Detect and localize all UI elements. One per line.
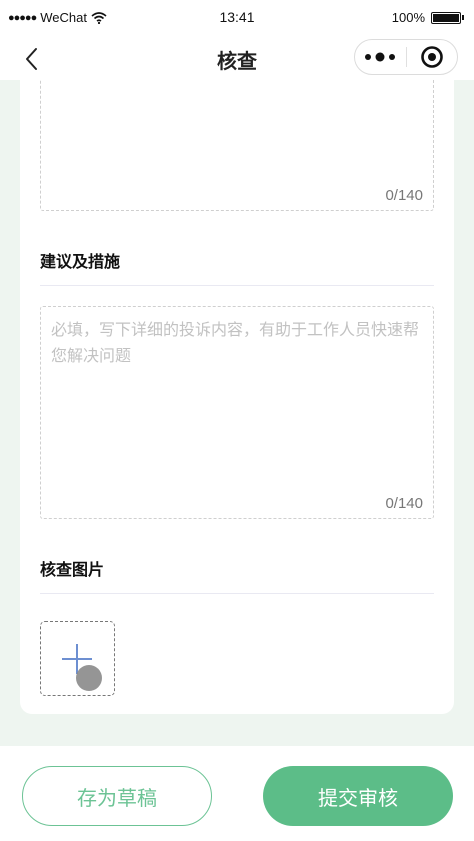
mini-program-capsule: [354, 39, 458, 75]
measures-section-title: 建议及措施: [40, 252, 121, 271]
images-divider: [40, 593, 434, 594]
measures-textarea[interactable]: 必填，写下详细的投诉内容，有助于工作人员快速帮您解决问题 0/140: [40, 306, 434, 519]
form-scroll-area[interactable]: 0/140 建议及措施 必填，写下详细的投诉内容，有助于工作人员快速帮您解决问题…: [0, 80, 474, 746]
close-button[interactable]: [407, 40, 458, 74]
more-dots-icon: [365, 52, 396, 62]
measures-divider: [40, 285, 434, 286]
save-draft-button[interactable]: 存为草稿: [22, 766, 212, 826]
nav-bar: 核查: [0, 36, 474, 80]
more-button[interactable]: [355, 40, 406, 74]
description-textarea[interactable]: 0/140: [40, 80, 434, 211]
target-circle-icon: [420, 46, 443, 68]
images-section-title: 核查图片: [40, 560, 105, 579]
submit-review-button[interactable]: 提交审核: [263, 766, 453, 826]
add-image-button[interactable]: [40, 621, 115, 696]
measures-placeholder: 必填，写下详细的投诉内容，有助于工作人员快速帮您解决问题: [51, 320, 420, 365]
description-counter: 0/140: [385, 187, 423, 204]
battery-icon: [431, 11, 461, 24]
status-right: 100%: [392, 10, 464, 25]
touch-indicator: [76, 665, 102, 691]
battery-percent: 100%: [391, 10, 425, 25]
form-card: 0/140 建议及措施 必填，写下详细的投诉内容，有助于工作人员快速帮您解决问题…: [20, 80, 454, 714]
plus-icon: [62, 644, 102, 691]
bottom-action-bar: 存为草稿 提交审核: [0, 746, 474, 841]
measures-counter: 0/140: [385, 495, 423, 512]
status-bar: ●●●●● WeChat 13:41 100%: [0, 0, 474, 36]
battery-tip: [462, 15, 464, 20]
